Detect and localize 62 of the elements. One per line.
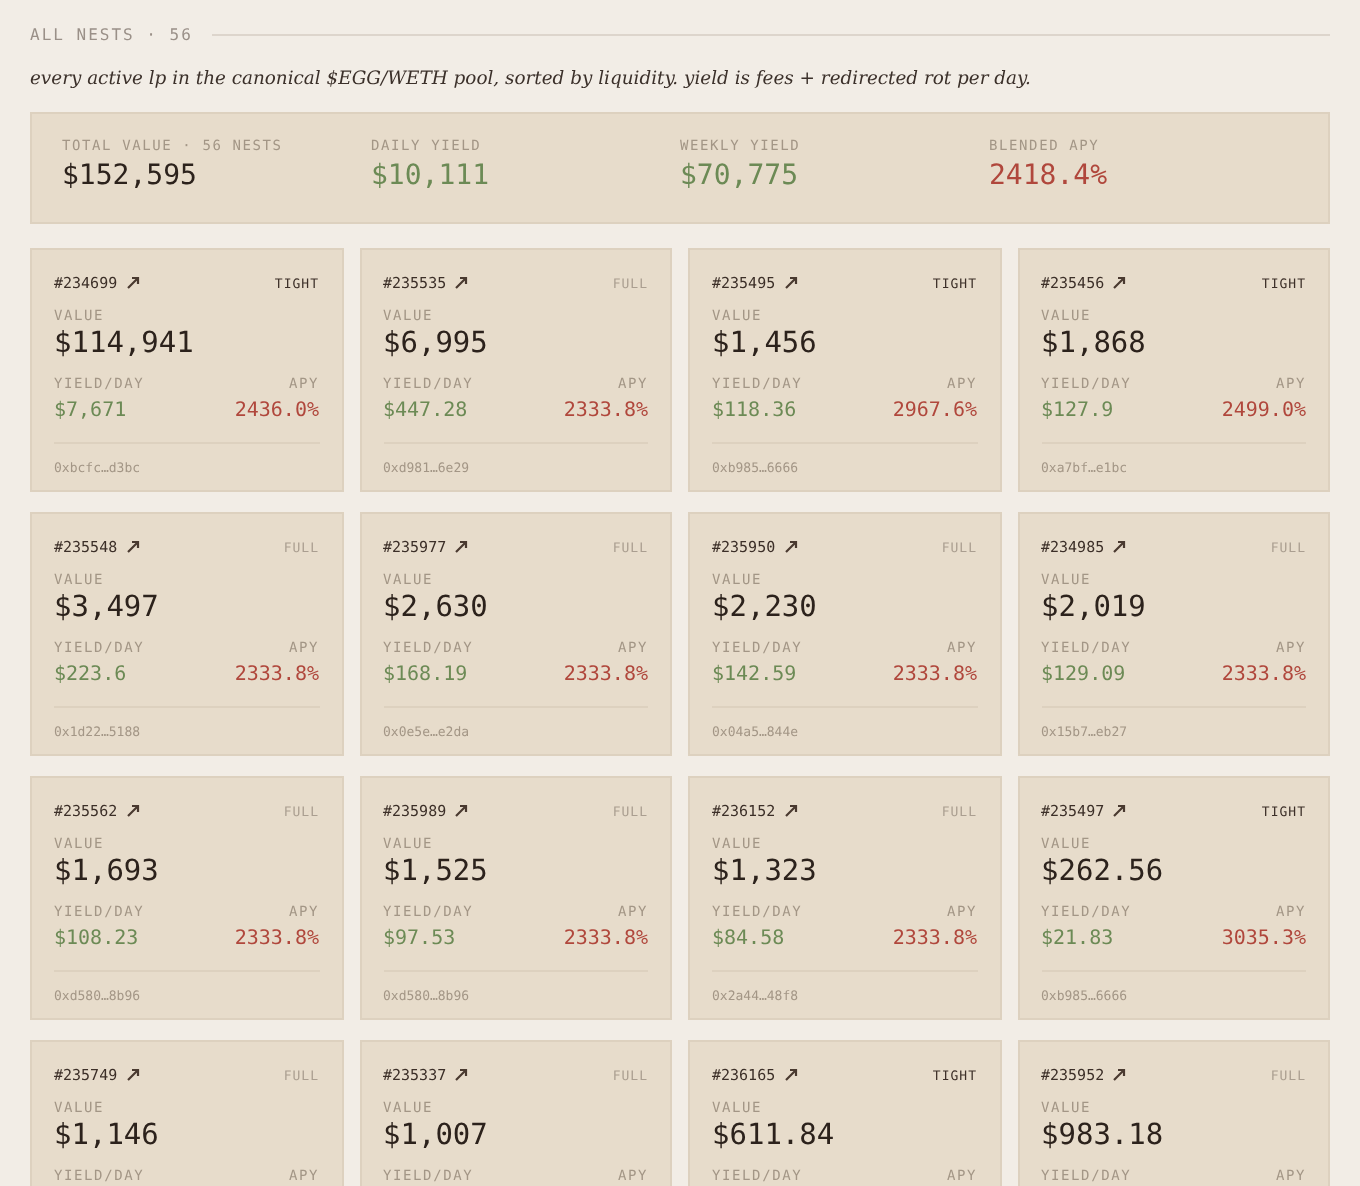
yield-value: $21.83 (1041, 928, 1114, 950)
apy-value: 3035.3% (1221, 928, 1306, 950)
nest-value: $2,230 (712, 592, 819, 624)
external-link-icon (125, 540, 140, 554)
external-link-icon (1112, 540, 1127, 554)
external-link-icon (783, 804, 798, 818)
stat-value: $70,775 (680, 160, 801, 192)
nest-value: $262.56 (1041, 856, 1166, 888)
nest-value: $114,941 (54, 328, 196, 360)
external-link-icon (783, 1068, 798, 1082)
external-link-icon (1112, 1068, 1127, 1082)
external-link-icon (454, 276, 469, 290)
external-link-icon (454, 540, 469, 554)
apy-value: 2333.8% (1221, 664, 1306, 686)
yield-value: $84.58 (712, 928, 785, 950)
yield-value: $108.23 (54, 928, 139, 950)
nest-value: $1,868 (1041, 328, 1148, 360)
nest-value: $1,525 (383, 856, 490, 888)
apy-value: 2333.8% (234, 664, 319, 686)
yield-value: $168.19 (383, 664, 468, 686)
external-link-icon (125, 1068, 140, 1082)
stat-value: $152,595 (62, 160, 199, 192)
apy-value: 2333.8% (234, 928, 319, 950)
external-link-icon (783, 276, 798, 290)
external-link-icon (125, 276, 140, 290)
yield-value: $7,671 (54, 400, 127, 422)
apy-value: 2333.8% (892, 664, 977, 686)
external-link-icon (1112, 804, 1127, 818)
stat-value: 2418.4% (989, 160, 1110, 192)
nest-value: $1,007 (383, 1120, 490, 1152)
nest-value: $611.84 (712, 1120, 837, 1152)
apy-value: 2333.8% (892, 928, 977, 950)
nest-value: $983.18 (1041, 1120, 1166, 1152)
apy-value: 2436.0% (234, 400, 319, 422)
apy-value: 2333.8% (563, 664, 648, 686)
apy-value: 2499.0% (1221, 400, 1306, 422)
yield-value: $129.09 (1041, 664, 1126, 686)
external-link-icon (783, 540, 798, 554)
nest-value: $1,693 (54, 856, 161, 888)
external-link-icon (125, 804, 140, 818)
apy-value: 2967.6% (892, 400, 977, 422)
yield-value: $447.28 (383, 400, 468, 422)
external-link-icon (1112, 276, 1127, 290)
nest-value: $2,630 (383, 592, 490, 624)
stat-value: $10,111 (371, 160, 492, 192)
apy-value: 2333.8% (563, 400, 648, 422)
yield-value: $118.36 (712, 400, 797, 422)
yield-value: $223.6 (54, 664, 127, 686)
nest-value: $2,019 (1041, 592, 1148, 624)
nest-value: $6,995 (383, 328, 490, 360)
nest-value: $1,456 (712, 328, 819, 360)
yield-value: $97.53 (383, 928, 456, 950)
nest-value: $1,146 (54, 1120, 161, 1152)
yield-value: $142.59 (712, 664, 797, 686)
external-link-icon (454, 804, 469, 818)
section-title: ALL NESTS · 56 (30, 25, 193, 43)
yield-value: $127.9 (1041, 400, 1114, 422)
apy-value: 2333.8% (563, 928, 648, 950)
nest-value: $1,323 (712, 856, 819, 888)
external-link-icon (454, 1068, 469, 1082)
description-text: every active lp in the canonical $EGG/WETH pool, sorted by liquidity. yield is fees + redirected rot per day. (30, 68, 1033, 90)
nest-value: $3,497 (54, 592, 161, 624)
